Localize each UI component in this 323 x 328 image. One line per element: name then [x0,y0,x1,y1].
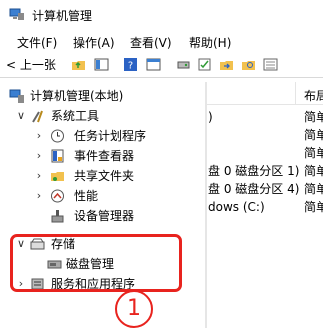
chevron-right-icon[interactable]: › [33,166,45,186]
volume-name-cell: ) [208,110,213,124]
volume-list: 布局 ) 简单 简单 简单 盘 0 磁盘分区 1) 简单 盘 0 磁盘分区 4)… [207,82,323,328]
tree-label: 系统工具 [51,109,100,123]
shared-folder-icon [51,172,64,181]
layout-cell: 简单 [304,200,323,214]
checklist-icon[interactable] [197,57,212,72]
tree-label: 事件查看器 [74,149,135,163]
title-bar: 计算机管理 [0,0,323,28]
menu-file[interactable]: 文件(F) [17,34,57,51]
tree-item-task-scheduler[interactable]: › 任务计划程序 [0,126,205,146]
up-folder-icon[interactable] [71,57,86,72]
tree-label: 性能 [74,189,99,203]
menu-help[interactable]: 帮助(H) [189,34,231,51]
column-header-row: 布局 [207,82,323,105]
help-icon[interactable]: ? [123,57,138,72]
tree-item-device-manager[interactable]: 设备管理器 [0,206,205,226]
step-number-marker: 1 [115,290,153,328]
volume-name-cell: dows (C:) [208,200,265,214]
layout-cell: 简单 [304,110,323,124]
search-folder-icon[interactable] [241,57,256,72]
column-header-layout[interactable]: 布局 [304,87,323,104]
chevron-right-icon[interactable]: › [33,186,45,206]
svg-text:?: ? [128,61,133,72]
layout-cell: 简单 [304,128,323,142]
tree-item-root[interactable]: 计算机管理(本地) [0,86,205,106]
window-title: 计算机管理 [32,9,93,23]
chevron-down-icon[interactable]: ∨ [15,106,27,126]
tree-label: 设备管理器 [74,209,135,223]
chevron-right-icon[interactable]: › [33,126,45,146]
highlight-box [10,234,182,292]
tools-icon [32,110,43,123]
tree-label: 共享文件夹 [74,169,135,183]
device-manager-icon [51,210,64,223]
disk-icon[interactable] [176,57,191,72]
chevron-right-icon[interactable]: › [33,146,45,166]
column-divider[interactable] [295,82,296,104]
tree-item-system-tools[interactable]: ∨ 系统工具 [0,106,205,126]
computer-management-icon [9,8,24,20]
toolbar: < 上一张 ? [0,53,323,78]
menu-view[interactable]: 查看(V) [130,34,172,51]
performance-icon [51,189,64,203]
tree-label: 任务计划程序 [74,129,147,143]
layout-cell: 简单 [304,164,323,178]
back-button[interactable]: < 上一张 [6,56,56,73]
properties-icon[interactable] [146,57,161,72]
computer-management-icon [9,89,24,103]
event-viewer-icon [51,149,64,163]
tree-item-shared-folders[interactable]: › 共享文件夹 [0,166,205,186]
volume-name-cell: 盘 0 磁盘分区 1) [208,164,300,178]
volume-name-cell: 盘 0 磁盘分区 4) [208,182,300,196]
layout-cell: 简单 [304,182,323,196]
menu-action[interactable]: 操作(A) [73,34,115,51]
list-view-icon[interactable] [263,57,278,72]
layout-cell: 简单 [304,146,323,160]
menu-bar: 文件(F) 操作(A) 查看(V) 帮助(H) [0,30,323,52]
tree-label: 计算机管理(本地) [30,89,124,103]
show-hide-tree-icon[interactable] [94,57,109,72]
folder-arrow-icon[interactable] [219,57,234,72]
tree-item-event-viewer[interactable]: › 事件查看器 [0,146,205,166]
tree-item-performance[interactable]: › 性能 [0,186,205,206]
clock-icon [51,129,64,143]
